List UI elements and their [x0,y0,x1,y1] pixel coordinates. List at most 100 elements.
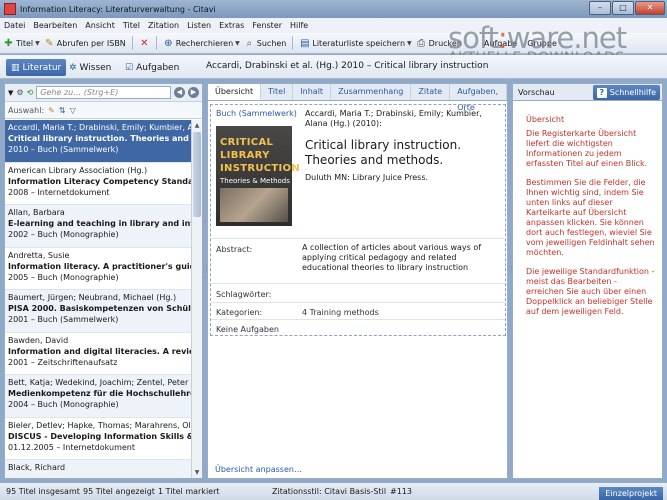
refresh-icon[interactable]: ⟲ [27,88,34,97]
list-scrollbar[interactable]: ▲ ▼ [191,120,202,478]
divider [211,319,505,320]
citavi-app-icon [4,3,16,15]
tab-inhalt[interactable]: Inhalt [293,84,332,100]
book-cover-image[interactable]: CRITICAL LIBRARY INSTRUCTION Theories & … [216,126,300,226]
abstract-label: Abstract: [216,245,253,254]
printer-icon: ⎙ [417,37,426,49]
menu-fenster[interactable]: Fenster [252,21,282,30]
toolbar-divider [155,36,157,50]
list-item[interactable]: Bett, Katja; Wedekind, Joachim; Zentel, … [5,375,192,418]
document-type-link[interactable]: Buch (Sammelwerk) [216,109,297,118]
scroll-down-icon[interactable]: ▼ [192,467,202,478]
scroll-thumb[interactable] [193,132,201,217]
record-number: #113 [390,487,412,496]
help-text: Übersicht Die Registerkarte Übersicht li… [513,101,662,317]
citation-style[interactable]: Zitationsstil: Citavi Basis-Stil [272,487,386,496]
breadcrumb: Accardi, Drabinski et al. (Hg.) 2010 – C… [206,61,489,71]
add-icon: ✚ [4,37,13,49]
total-titles: 95 Titel insgesamt [6,487,80,496]
tab-literatur[interactable]: ▥ Literatur [6,59,67,76]
categories-label: Kategorien: [216,308,263,317]
authors-text[interactable]: Accardi, Maria T.; Drabinski, Emily; Kum… [305,109,501,129]
isbn-button[interactable]: ✎ Abrufen per ISBN [44,38,126,49]
title-detail-panel: Übersicht Titel Inhalt Zusammenhang Zita… [207,83,508,479]
detail-tabs: Übersicht Titel Inhalt Zusammenhang Zita… [208,84,507,112]
knowledge-icon: ✲ [69,62,77,73]
list-item[interactable]: Bawden, David Information and digital lit… [5,332,192,375]
next-icon[interactable]: ▶ [188,87,199,98]
marked-titles: 1 Titel markiert [158,487,220,496]
new-title-button[interactable]: ✚ Titel ▼ [3,37,40,49]
keywords-label[interactable]: Schlagwörter: [216,290,271,299]
list-item[interactable]: American Library Association (Hg.) Inform… [5,162,192,205]
quick-help-button[interactable]: ? Schnellhilfe [592,85,660,100]
book-title[interactable]: Critical library instruction. Theories a… [305,138,501,168]
help-icon: ? [596,88,607,98]
menu-hilfe[interactable]: Hilfe [290,21,308,30]
list-item[interactable]: Andretta, Susie Information literacy. A p… [5,247,192,290]
title-list: Accardi, Maria T.; Drabinski, Emily; Kum… [5,120,192,478]
list-item[interactable]: Bieler, Detlev; Hapke, Thomas; Marahrens… [5,417,192,460]
document-icon: ▤ [300,37,310,49]
tab-zusammenhang[interactable]: Zusammenhang [331,84,412,100]
tab-titel[interactable]: Titel [261,84,294,100]
previous-icon[interactable]: ◀ [174,87,185,98]
delete-button[interactable]: ✕ [139,38,150,49]
search-button[interactable]: ⌕ Suchen [244,37,286,49]
overview-card: Buch (Sammelwerk) CRITICAL LIBRARY INSTR… [210,104,506,336]
menu-zitation[interactable]: Zitation [148,21,179,30]
selection-label: Auswahl: [8,105,45,115]
toolbar-divider [292,36,294,50]
sort-icon[interactable]: ⇅ [59,106,66,115]
tab-aufgaben-orte[interactable]: Aufgaben, Orte [450,84,507,112]
help-heading: Übersicht [526,115,565,124]
list-item[interactable]: Baumert, Jürgen; Neubrand, Michael (Hg.)… [5,290,192,333]
menu-bearbeiten[interactable]: Bearbeiten [33,21,77,30]
gear-icon[interactable]: ⚙ [16,88,23,97]
tab-uebersicht[interactable]: Übersicht [208,84,262,100]
list-item[interactable]: Black, Richard [5,460,192,478]
maximize-button[interactable]: □ [612,1,634,15]
menu-titel[interactable]: Titel [123,21,140,30]
customize-overview-link[interactable]: Übersicht anpassen… [215,465,302,474]
preview-tab[interactable]: Vorschau [518,88,555,97]
wand-icon: ✎ [45,37,54,49]
title-bar: Information Literacy: Literaturverwaltun… [0,0,667,18]
abstract-text[interactable]: A collection of articles about various w… [302,243,502,273]
filter-edit-icon[interactable]: ✎ [48,106,55,115]
window-title: Information Literacy: Literaturverwaltun… [20,4,216,14]
menu-datei[interactable]: Datei [4,21,25,30]
goto-input[interactable]: Gehe zu… (Strg+E) [36,86,171,99]
minimize-button[interactable]: – [589,1,611,15]
menu-extras[interactable]: Extras [219,21,244,30]
divider [211,302,505,303]
divider [211,238,505,239]
chevron-down-icon: ▼ [407,39,412,47]
close-button[interactable]: ✕ [635,1,665,15]
search-icon: ⌕ [246,37,253,49]
chevron-down-icon: ▼ [35,39,40,47]
publisher-text[interactable]: Duluth MN: Library Juice Press. [305,173,428,182]
save-bibliography-button[interactable]: ▤ Literaturliste speichern ▼ [299,37,412,49]
tab-wissen[interactable]: ✲ Wissen [64,59,116,76]
list-item[interactable]: Allan, Barbara E-learning and teaching in… [5,205,192,248]
scroll-up-icon[interactable]: ▲ [192,120,202,131]
research-icon: ⊕ [164,37,173,49]
title-list-panel: ▼ ⚙ ⟲ Gehe zu… (Strg+E) ◀ ▶ Auswahl: ✎ ⇅… [4,83,203,479]
tasks-text[interactable]: Keine Aufgaben [216,325,279,334]
chevron-down-icon[interactable]: ▼ [8,89,13,97]
quick-help-panel: Vorschau ? Schnellhilfe Übersicht Die Reg… [512,83,663,479]
categories-value[interactable]: 4 Training methods [302,308,379,317]
books-icon: ▥ [11,62,20,73]
tab-zitate[interactable]: Zitate [411,84,451,100]
toolbar-divider [131,36,133,50]
menu-ansicht[interactable]: Ansicht [85,21,115,30]
funnel-icon[interactable]: ▽ [70,106,76,115]
menu-listen[interactable]: Listen [187,21,211,30]
status-bar: 95 Titel insgesamt 95 Titel angezeigt 1 … [0,482,667,500]
list-item[interactable]: Accardi, Maria T.; Drabinski, Emily; Kum… [5,120,192,163]
delete-icon: ✕ [140,37,149,49]
chevron-down-icon: ▼ [235,39,240,47]
research-button[interactable]: ⊕ Recherchieren ▼ [163,38,240,49]
tab-aufgaben[interactable]: ☑ Aufgaben [120,59,184,76]
